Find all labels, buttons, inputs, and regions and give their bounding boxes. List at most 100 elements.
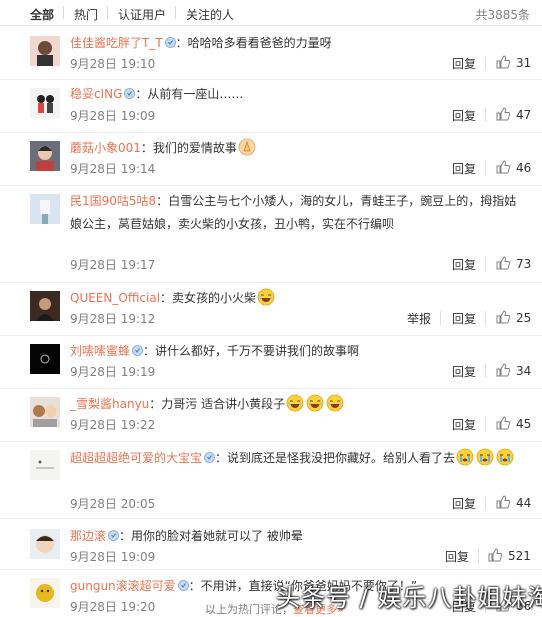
- comment-text: ：卖女孩的小火柴: [160, 291, 257, 305]
- like-count: 45: [516, 417, 532, 431]
- comment-username[interactable]: 刘嗦嗦蜜蜂: [70, 344, 130, 358]
- comment-username[interactable]: 稳妥cING: [70, 87, 122, 101]
- comment-item: 那边滚 ：用你的脸对着她就可以了 被帅晕 9月28日 19:09 回复 521: [0, 519, 542, 570]
- action-divider: [485, 311, 486, 325]
- like-button[interactable]: 44: [496, 495, 531, 510]
- comment-time: 9月28日 19:09: [70, 550, 156, 564]
- avatar[interactable]: [30, 88, 60, 118]
- comment-body: 那边滚 ：用你的脸对着她就可以了 被帅晕: [70, 525, 528, 548]
- reply-button[interactable]: 回复: [452, 310, 476, 327]
- action-divider: [440, 311, 441, 325]
- laughing-emoji-icon: [257, 288, 275, 306]
- comment-username[interactable]: 蘑菇小象001: [70, 141, 141, 155]
- laughing-emoji-icon: [326, 394, 344, 412]
- thumb-up-icon: [496, 160, 510, 174]
- avatar[interactable]: [30, 529, 60, 559]
- comment-body: 民1国90咕5咕8：白雪公主与七个小矮人，海的女儿，青蛙王子，豌豆上的，拇指姑娘…: [70, 190, 524, 236]
- tab-hot[interactable]: 热门: [74, 6, 98, 23]
- comment-item: 超超超超绝可爱的大宝宝 ：说到底还是怪我没把你藏好。给别人看了去 9月28日 20…: [0, 442, 542, 519]
- like-button[interactable]: 521: [488, 548, 531, 563]
- comment-item: 蘑菇小象001：我们的爱情故事 9月28日 19:14 回复 46: [0, 133, 542, 186]
- comment-username[interactable]: _雪梨酱hanyu: [70, 397, 149, 411]
- avatar[interactable]: [30, 36, 60, 66]
- like-button[interactable]: 73: [496, 256, 531, 271]
- reply-button[interactable]: 回复: [452, 416, 476, 433]
- reply-button[interactable]: 回复: [452, 495, 476, 512]
- comment-time: 9月28日 19:17: [70, 258, 156, 272]
- comment-body: 蘑菇小象001：我们的爱情故事: [70, 137, 528, 160]
- comment-body: QUEEN_Official：卖女孩的小火柴: [70, 287, 528, 310]
- avatar[interactable]: [30, 397, 60, 427]
- member-badge-icon: [204, 452, 215, 463]
- comment-username[interactable]: 超超超超绝可爱的大宝宝: [70, 451, 202, 465]
- reply-button[interactable]: 回复: [445, 548, 469, 565]
- comment-text: ：从前有一座山……: [135, 87, 244, 101]
- comment-item: 刘嗦嗦蜜蜂 ：讲什么都好，千万不要讲我们的故事啊 9月28日 19:19 回复 3…: [0, 336, 542, 389]
- tab-all[interactable]: 全部: [30, 6, 54, 23]
- comment-time: 9月28日 20:05: [70, 497, 156, 511]
- comment-username[interactable]: 民1国90咕5咕8: [70, 194, 156, 208]
- like-button[interactable]: 45: [496, 416, 531, 431]
- avatar[interactable]: [30, 344, 60, 374]
- reply-button[interactable]: 回复: [452, 256, 476, 273]
- comment-body: 刘嗦嗦蜜蜂 ：讲什么都好，千万不要讲我们的故事啊: [70, 340, 528, 363]
- comment-username[interactable]: QUEEN_Official: [70, 291, 160, 305]
- reply-button[interactable]: 回复: [452, 363, 476, 380]
- laughing-emoji-icon: [306, 394, 324, 412]
- tab-following[interactable]: 关注的人: [186, 6, 234, 23]
- tab-divider: [175, 6, 176, 19]
- comment-item: _雪梨酱hanyu：力哥污 适合讲小黄段子 9月28日 19:22 回复 45: [0, 389, 542, 442]
- reply-button[interactable]: 回复: [452, 107, 476, 124]
- comment-username[interactable]: 佳佳酱吃胖了T_T: [70, 36, 163, 50]
- action-divider: [478, 549, 479, 563]
- like-count: 46: [516, 161, 532, 175]
- report-button[interactable]: 举报: [407, 310, 431, 327]
- like-button[interactable]: 47: [496, 107, 531, 122]
- verified-badge-icon: [108, 530, 119, 541]
- action-divider: [485, 364, 486, 378]
- thumb-up-icon: [496, 310, 510, 324]
- reply-button[interactable]: 回复: [452, 55, 476, 72]
- comment-text: ：哈哈哈多看看爸爸的力量呀: [175, 36, 332, 50]
- action-divider: [485, 108, 486, 122]
- thumb-up-icon: [496, 256, 510, 270]
- like-count: 25: [516, 311, 532, 325]
- comment-time: 9月28日 19:20: [70, 600, 156, 614]
- verified-badge-icon: [178, 580, 189, 591]
- comment-item: 民1国90咕5咕8：白雪公主与七个小矮人，海的女儿，青蛙王子，豌豆上的，拇指姑娘…: [0, 186, 542, 283]
- comment-body: 稳妥cING ：从前有一座山……: [70, 83, 528, 106]
- action-divider: [485, 417, 486, 431]
- avatar[interactable]: [30, 578, 60, 608]
- action-divider: [485, 257, 486, 271]
- comment-item: 佳佳酱吃胖了T_T ：哈哈哈多看看爸爸的力量呀 9月28日 19:10 回复 31: [0, 26, 542, 80]
- like-button[interactable]: 25: [496, 310, 531, 325]
- verified-badge-icon: [165, 37, 176, 48]
- tab-divider: [107, 6, 108, 19]
- thumb-up-icon: [496, 416, 510, 430]
- thumb-up-icon: [496, 107, 510, 121]
- comment-time: 9月28日 19:19: [70, 365, 156, 379]
- like-count: 34: [516, 364, 532, 378]
- thumb-up-icon: [496, 495, 510, 509]
- comment-text: ：力哥污 适合讲小黄段子: [149, 397, 286, 411]
- like-button[interactable]: 46: [496, 160, 531, 175]
- tab-verified[interactable]: 认证用户: [118, 6, 166, 23]
- comment-body: 佳佳酱吃胖了T_T ：哈哈哈多看看爸爸的力量呀: [70, 32, 528, 55]
- avatar[interactable]: [30, 450, 60, 480]
- tab-divider: [63, 6, 64, 19]
- comment-body: 超超超超绝可爱的大宝宝 ：说到底还是怪我没把你藏好。给别人看了去: [70, 447, 520, 470]
- verified-badge-icon: [124, 88, 135, 99]
- avatar[interactable]: [30, 141, 60, 171]
- like-button[interactable]: 31: [496, 55, 531, 70]
- comment-username[interactable]: gungun滚滚超可爱: [70, 579, 176, 593]
- comment-total-count: 共3885条: [475, 8, 530, 22]
- comment-text: ：讲什么都好，千万不要讲我们的故事啊: [143, 344, 360, 358]
- like-button[interactable]: 34: [496, 363, 531, 378]
- comment-username[interactable]: 那边滚: [70, 529, 106, 543]
- comment-body: _雪梨酱hanyu：力哥污 适合讲小黄段子: [70, 393, 528, 416]
- avatar[interactable]: [30, 194, 60, 224]
- verified-badge-icon: [132, 345, 143, 356]
- avatar[interactable]: [30, 291, 60, 321]
- crying-emoji-icon: [476, 448, 494, 466]
- reply-button[interactable]: 回复: [452, 160, 476, 177]
